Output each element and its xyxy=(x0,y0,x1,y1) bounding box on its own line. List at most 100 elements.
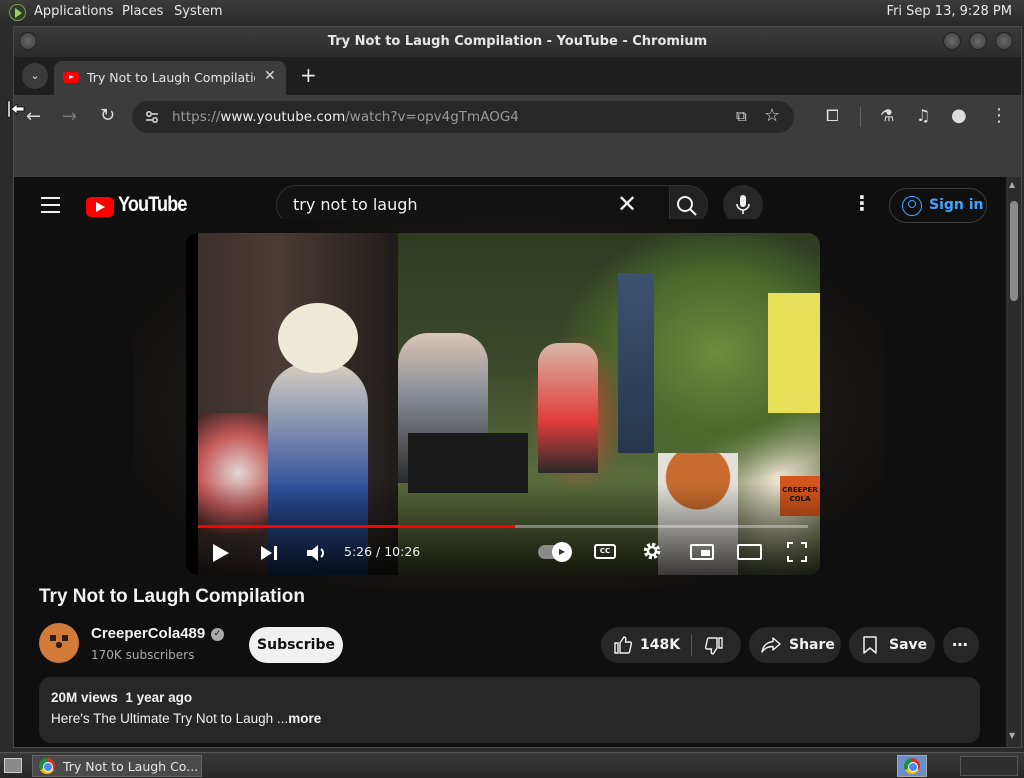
next-video-icon[interactable] xyxy=(260,545,278,561)
url-scheme: https:// xyxy=(172,109,221,125)
labs-flask-icon[interactable]: ⚗ xyxy=(880,106,894,125)
share-icon xyxy=(761,637,781,653)
search-icon xyxy=(677,196,697,216)
workspace-switcher[interactable] xyxy=(960,756,1018,776)
microphone-icon xyxy=(736,195,750,214)
scroll-up-icon[interactable]: ▲ xyxy=(1009,180,1015,189)
like-dislike-group: 148K xyxy=(601,627,741,663)
description-snippet: Here's The Ultimate Try Not to Laugh ...… xyxy=(51,711,321,726)
url-path: /watch?v=opv4gTmAOG4 xyxy=(345,109,519,125)
like-count[interactable]: 148K xyxy=(640,637,680,653)
sign-in-button[interactable]: Sign in xyxy=(889,188,987,223)
close-window-button[interactable] xyxy=(995,32,1013,50)
save-button[interactable]: Save xyxy=(849,627,935,663)
description-box[interactable]: 20M views 1 year ago Here's The Ultimate… xyxy=(39,677,980,743)
channel-avatar[interactable] xyxy=(39,623,79,663)
dislike-icon[interactable] xyxy=(704,636,724,656)
scrollbar-thumb[interactable] xyxy=(1010,201,1018,301)
more-actions-button[interactable]: ⋯ xyxy=(943,627,979,663)
video-title: Try Not to Laugh Compilation xyxy=(39,586,305,607)
upload-age: 1 year ago xyxy=(125,690,193,705)
video-player[interactable]: CREEPER COLA 5:26 / 10:26 CC xyxy=(186,233,820,575)
share-label: Share xyxy=(789,637,835,653)
bookmark-star-icon[interactable]: ☆ xyxy=(764,105,780,126)
window-title: Try Not to Laugh Compilation - YouTube -… xyxy=(327,34,708,49)
miniplayer-icon[interactable] xyxy=(690,544,714,560)
profile-icon[interactable]: ● xyxy=(951,105,967,126)
sign-in-label: Sign in xyxy=(929,197,984,213)
taskbar-item-chromium[interactable]: Try Not to Laugh Co... xyxy=(32,755,202,777)
like-icon[interactable] xyxy=(613,635,633,655)
channel-name[interactable]: CreeperCola489 xyxy=(91,625,205,642)
youtube-logo-icon[interactable] xyxy=(86,197,114,217)
url-text[interactable]: https://www.youtube.com/watch?v=opv4gTmA… xyxy=(172,109,519,125)
places-menu[interactable]: Places xyxy=(122,4,163,19)
distro-logo-icon[interactable] xyxy=(9,4,26,21)
subscribe-button[interactable]: Subscribe xyxy=(249,627,343,663)
address-bar[interactable]: https://www.youtube.com/watch?v=opv4gTmA… xyxy=(132,101,794,133)
page-scrollbar[interactable]: ▲ ▼ xyxy=(1006,177,1021,747)
chromium-icon xyxy=(39,758,55,774)
more-horizontal-icon: ⋯ xyxy=(952,635,968,654)
browser-window: Try Not to Laugh Compilation - YouTube -… xyxy=(13,26,1022,748)
system-menu[interactable]: System xyxy=(174,4,222,19)
minimize-button[interactable] xyxy=(943,32,961,50)
resize-cursor-icon xyxy=(7,100,25,118)
panel-clock[interactable]: Fri Sep 13, 9:28 PM xyxy=(887,4,1012,19)
scene-singer-hair xyxy=(278,303,358,373)
show-desktop-icon[interactable] xyxy=(4,758,22,773)
extensions-icon[interactable]: ⧠ xyxy=(826,106,839,126)
tray-chromium-icon xyxy=(904,758,920,774)
reload-button[interactable]: ↻ xyxy=(100,105,115,126)
progress-played xyxy=(198,525,516,528)
tab-strip: ⌄ Try Not to Laugh Compilation - YouTube… xyxy=(14,57,1021,95)
back-button[interactable]: ← xyxy=(26,106,41,127)
url-host: www.youtube.com xyxy=(220,109,346,125)
youtube-favicon-icon xyxy=(63,72,79,83)
taskbar-item-label: Try Not to Laugh Co... xyxy=(63,759,199,774)
tab-search-button[interactable]: ⌄ xyxy=(22,63,48,89)
maximize-button[interactable] xyxy=(969,32,987,50)
scene-dancer xyxy=(538,343,598,473)
cast-icon[interactable]: ⧉ xyxy=(736,107,747,125)
window-titlebar[interactable]: Try Not to Laugh Compilation - YouTube -… xyxy=(14,27,1021,57)
description-text: Here's The Ultimate Try Not to Laugh ... xyxy=(51,711,289,726)
scene-yellow-sign xyxy=(768,293,820,413)
toolbar-divider xyxy=(860,107,861,127)
theater-mode-icon[interactable] xyxy=(737,544,762,560)
like-divider xyxy=(691,634,692,656)
media-controls-icon[interactable]: ♫ xyxy=(916,106,930,125)
share-button[interactable]: Share xyxy=(749,627,841,663)
new-tab-button[interactable]: + xyxy=(300,63,317,87)
applications-menu[interactable]: Applications xyxy=(34,4,113,19)
search-input[interactable] xyxy=(293,195,593,214)
youtube-page: YouTube ✕ ⋮ Sign in xyxy=(14,177,1006,747)
scene-banner xyxy=(618,273,654,453)
subtitles-button[interactable]: CC xyxy=(594,544,616,559)
settings-gear-icon[interactable] xyxy=(641,540,663,562)
tab-close-icon[interactable]: ✕ xyxy=(264,68,276,84)
youtube-logo-text[interactable]: YouTube xyxy=(118,193,187,217)
view-count-and-date: 20M views 1 year ago xyxy=(51,690,192,705)
tray-chromium-button[interactable] xyxy=(897,755,927,777)
scroll-down-icon[interactable]: ▼ xyxy=(1009,731,1015,740)
save-bookmark-icon xyxy=(863,636,877,654)
clear-search-icon[interactable]: ✕ xyxy=(617,190,637,218)
site-info-icon[interactable] xyxy=(145,109,159,123)
forward-button[interactable]: → xyxy=(62,106,77,127)
fullscreen-icon[interactable] xyxy=(787,542,807,562)
autoplay-toggle[interactable] xyxy=(538,542,572,562)
play-icon[interactable] xyxy=(212,543,230,563)
controls-gradient xyxy=(186,483,820,575)
progress-bar[interactable] xyxy=(198,525,808,528)
top-panel: Applications Places System Fri Sep 13, 9… xyxy=(0,0,1024,24)
tab-youtube[interactable]: Try Not to Laugh Compilation - YouTube ✕ xyxy=(54,61,286,95)
volume-icon[interactable] xyxy=(306,543,328,563)
guide-menu-icon[interactable] xyxy=(41,197,60,218)
view-count: 20M views xyxy=(51,690,118,705)
save-label: Save xyxy=(889,637,928,653)
browser-menu-icon[interactable]: ⋮ xyxy=(990,105,1008,126)
settings-more-icon[interactable]: ⋮ xyxy=(852,191,872,215)
tab-title: Try Not to Laugh Compilation - YouTube xyxy=(87,70,255,85)
description-more-link[interactable]: more xyxy=(288,711,321,726)
